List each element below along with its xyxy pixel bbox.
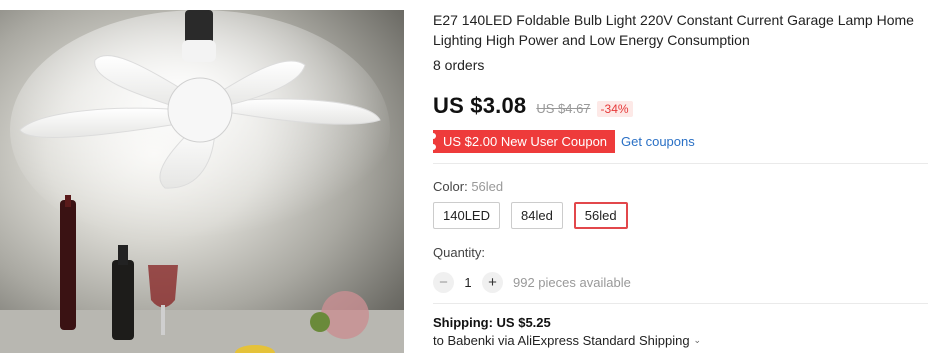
- color-option-84led[interactable]: 84led: [510, 202, 563, 229]
- color-options: 140LED 84led 56led: [433, 202, 639, 229]
- quantity-input[interactable]: 1: [454, 275, 482, 290]
- color-option-56led[interactable]: 56led: [573, 202, 628, 229]
- original-price: US $4.67: [536, 101, 591, 116]
- color-selected-value: 56led: [471, 179, 504, 194]
- discount-badge: -34%: [596, 101, 633, 117]
- stock-available: 992 pieces available: [513, 275, 631, 290]
- coupon-row: US $2.00 New User Coupon Get coupons: [429, 130, 695, 153]
- color-label: Color: 56led: [433, 179, 503, 194]
- shipping-cost: Shipping: US $5.25: [433, 315, 551, 330]
- increase-quantity-button[interactable]: +: [482, 272, 503, 293]
- product-title: E27 140LED Foldable Bulb Light 220V Cons…: [433, 12, 914, 48]
- divider: [433, 303, 928, 304]
- product-illustration: [0, 10, 404, 353]
- quantity-label: Quantity:: [433, 245, 486, 260]
- decrease-quantity-button[interactable]: −: [433, 272, 454, 293]
- quantity-stepper: − 1 + 992 pieces available: [433, 272, 631, 293]
- order-count: 8 orders: [433, 57, 485, 73]
- current-price: US $3.08: [433, 93, 527, 118]
- new-user-coupon-badge[interactable]: US $2.00 New User Coupon: [429, 130, 616, 153]
- shipping-method-selector[interactable]: to Babenki via AliExpress Standard Shipp…: [433, 333, 701, 348]
- divider: [433, 163, 928, 164]
- color-option-140led[interactable]: 140LED: [433, 202, 500, 229]
- chevron-down-icon[interactable]: ⌄: [694, 335, 702, 346]
- price-row: US $3.08 US $4.67 -34%: [433, 93, 633, 119]
- color-label-text: Color:: [433, 179, 468, 194]
- product-image[interactable]: [0, 10, 404, 353]
- get-coupons-link[interactable]: Get coupons: [621, 134, 695, 149]
- product-info: E27 140LED Foldable Bulb Light 220V Cons…: [433, 10, 933, 73]
- shipping-method-text: to Babenki via AliExpress Standard Shipp…: [433, 333, 690, 348]
